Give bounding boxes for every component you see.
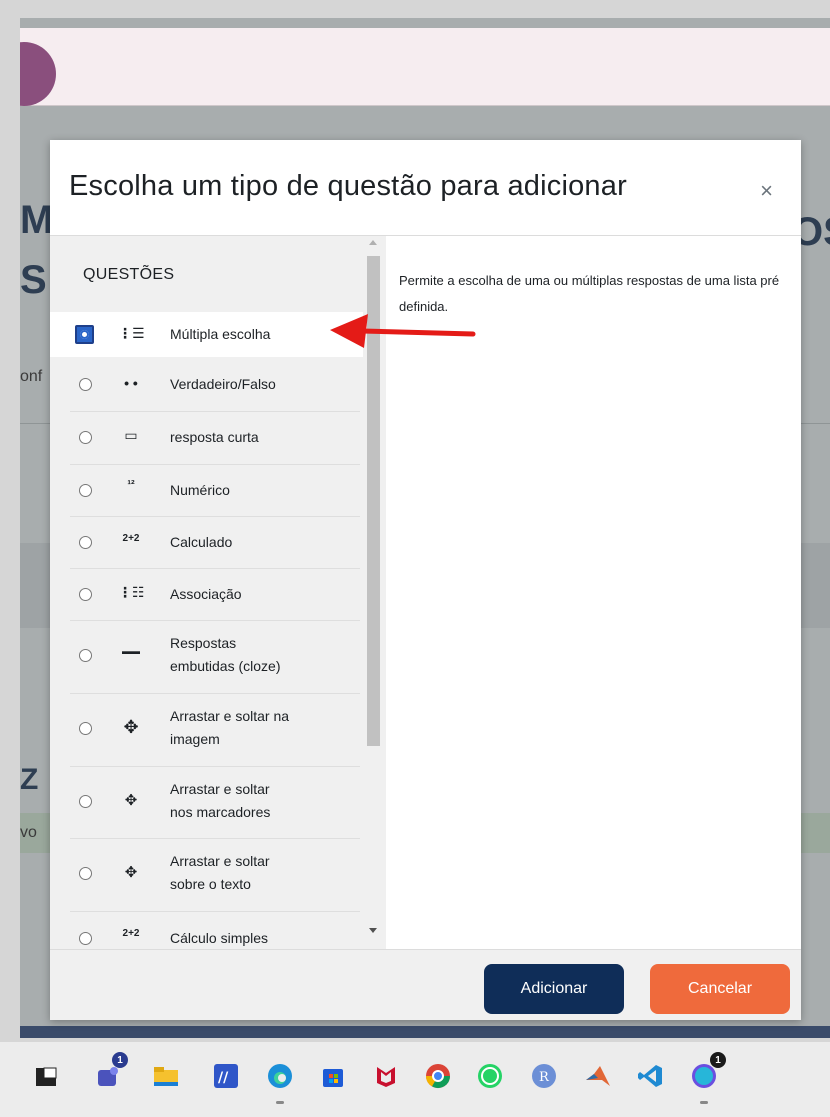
numeric-icon: ¹² [127,479,135,491]
app-icon[interactable]: // [208,1058,244,1094]
option-label-line2: sobre o texto [170,876,251,892]
option-label: Calculado [170,534,233,550]
drag-drop-markers-icon: ✥ [124,792,138,809]
close-button[interactable]: × [760,178,773,204]
dialog-footer: Adicionar Cancelar [50,949,801,1020]
mcafee-icon[interactable] [368,1058,404,1094]
divider [70,516,360,517]
dialog-header: Escolha um tipo de questão para adiciona… [50,140,801,236]
background-heading-fragment: M [20,198,54,242]
option-label-line2: imagem [170,731,220,747]
svg-text://: // [218,1070,229,1086]
option-short-answer[interactable]: ▭ resposta curta [50,415,363,460]
option-label: Cálculo simples [170,930,269,946]
cancel-button[interactable]: Cancelar [650,964,790,1014]
active-indicator [276,1101,284,1104]
option-true-false[interactable]: • • Verdadeiro/Falso [50,362,363,407]
divider [70,568,360,569]
red-arrow-annotation [330,314,476,348]
radio-button[interactable] [79,536,92,549]
divider [70,693,360,694]
radio-button[interactable] [79,795,92,808]
divider [70,620,360,621]
divider [70,464,360,465]
list-icon: ⋮☰ [118,325,145,341]
divider [70,838,360,839]
scroll-down-arrow-icon[interactable] [369,928,377,933]
drag-drop-image-icon: ✥ [123,717,139,737]
option-cloze[interactable]: ▬▬ Respostas embutidas (cloze) [50,624,363,688]
teams-icon[interactable]: 1 [88,1052,128,1094]
divider [70,911,360,912]
add-question-dialog: Escolha um tipo de questão para adiciona… [50,140,801,1020]
divider [70,766,360,767]
option-label-line1: Arrastar e soltar [170,781,270,797]
calculated-icon: 2+2 [122,533,140,544]
scroll-up-arrow-icon[interactable] [369,240,377,245]
radio-button[interactable] [75,325,94,344]
cloze-icon: ▬▬ [122,646,140,656]
dialog-title: Escolha um tipo de questão para adiciona… [69,170,627,202]
option-simple-calculated[interactable]: 2+2 Cálculo simples [50,916,363,949]
option-label: Verdadeiro/Falso [170,376,276,392]
page-footer-bar [20,1026,830,1038]
file-explorer-icon[interactable] [148,1058,184,1094]
background-text-fragment: vo [20,824,37,841]
radio-button[interactable] [79,378,92,391]
simple-calculated-icon: 2+2 [122,928,140,939]
background-heading-fragment: Z [20,763,39,796]
section-label: QUESTÕES [83,266,175,283]
option-matching[interactable]: ⋮☷ Associação [50,572,363,617]
canva-icon[interactable]: 1 [686,1052,726,1104]
divider [70,411,360,412]
radio-button[interactable] [79,722,92,735]
option-label-line1: Arrastar e soltar na [170,708,290,724]
radio-button[interactable] [79,649,92,662]
option-label-line1: Respostas [170,635,237,651]
short-answer-icon: ▭ [124,427,138,443]
radio-button[interactable] [79,484,92,497]
background-heading-fragment: S [20,258,47,302]
option-drag-drop-image[interactable]: ✥ Arrastar e soltar na imagem [50,697,363,761]
radio-button[interactable] [79,867,92,880]
option-calculated[interactable]: 2+2 Calculado [50,520,363,565]
radio-button[interactable] [79,431,92,444]
option-drag-drop-text[interactable]: ✥ Arrastar e soltar sobre o texto [50,842,363,906]
option-label: Associação [170,586,242,602]
chrome-icon[interactable] [420,1058,456,1094]
whatsapp-icon[interactable] [472,1058,508,1094]
option-label-line2: nos marcadores [170,804,271,820]
matlab-icon[interactable] [580,1058,616,1094]
option-label: resposta curta [170,429,259,445]
option-label: Numérico [170,482,230,498]
microsoft-store-icon[interactable] [315,1058,351,1094]
edge-icon[interactable] [262,1058,298,1104]
true-false-icon: • • [124,375,138,391]
start-icon[interactable] [28,1058,64,1094]
active-indicator [700,1101,708,1104]
notification-badge: 1 [710,1052,726,1068]
radio-button[interactable] [79,932,92,945]
page-header-bar [20,28,830,106]
background-text-fragment: onf [20,368,43,385]
svg-text:R: R [539,1070,550,1085]
add-button[interactable]: Adicionar [484,964,624,1014]
matching-icon: ⋮☷ [118,584,145,600]
radio-button[interactable] [79,588,92,601]
r-icon[interactable]: R [526,1058,562,1094]
option-numeric[interactable]: ¹² Numérico [50,468,363,513]
option-label-line2: embutidas (cloze) [170,658,281,674]
notification-badge: 1 [112,1052,128,1068]
option-drag-drop-markers[interactable]: ✥ Arrastar e soltar nos marcadores [50,770,363,834]
vscode-icon[interactable] [632,1058,668,1094]
option-multiple-choice[interactable]: ⋮☰ Múltipla escolha [50,312,363,357]
option-label: Múltipla escolha [170,326,271,342]
option-label-line1: Arrastar e soltar [170,853,270,869]
taskbar: 1 // R 1 [0,1042,830,1117]
drag-drop-text-icon: ✥ [124,864,138,881]
